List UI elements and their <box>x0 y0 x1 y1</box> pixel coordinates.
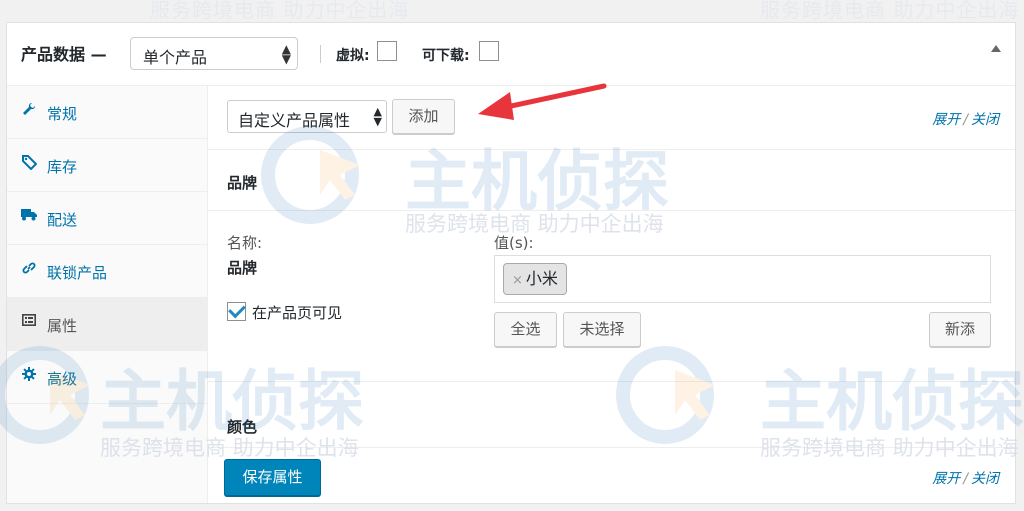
divider <box>320 45 321 63</box>
tab-linked-products[interactable]: 联锁产品 <box>7 245 207 298</box>
attributes-toolbar: 自定义产品属性 ▲ ▼ 添加 展开 / 关闭 <box>208 86 1015 150</box>
attribute-body-brand: 名称: 品牌 在产品页可见 值(s): × 小米 全选 未选择 新添 <box>208 211 1015 382</box>
product-data-tabs: 常规 库存 配送 联锁产品 属性 高级 <box>7 86 208 503</box>
attributes-footer: 保存属性 展开 / 关闭 <box>208 448 1015 503</box>
collapse-toggle-icon[interactable] <box>991 45 1001 52</box>
add-new-value-button[interactable]: 新添 <box>929 312 991 347</box>
attribute-title: 品牌 <box>227 174 258 192</box>
tab-label: 联锁产品 <box>47 264 108 282</box>
truck-icon <box>21 208 37 224</box>
close-link[interactable]: 关闭 <box>971 112 999 128</box>
watermark-top-right: 服务跨境电商 助力中企出海 <box>760 0 1020 22</box>
checkmark-icon <box>228 300 246 319</box>
save-attributes-button[interactable]: 保存属性 <box>224 459 321 496</box>
visible-on-product-checkbox[interactable] <box>227 300 246 321</box>
downloadable-label: 可下载: <box>422 48 470 64</box>
values-label: 值(s): <box>494 234 534 252</box>
expand-close-links: 展开 / 关闭 <box>932 468 999 488</box>
remove-token-icon[interactable]: × <box>512 273 523 288</box>
tab-attributes[interactable]: 属性 <box>7 298 207 351</box>
add-attribute-button[interactable]: 添加 <box>392 99 455 134</box>
product-type-select[interactable]: 单个产品 ▲ ▼ <box>130 37 298 70</box>
virtual-checkbox[interactable] <box>377 41 397 61</box>
panel-header: 产品数据 — 单个产品 ▲ ▼ 虚拟: 可下载: <box>7 23 1015 86</box>
close-link[interactable]: 关闭 <box>971 471 999 487</box>
attribute-taxonomy-select[interactable]: 自定义产品属性 ▲ ▼ <box>227 100 387 133</box>
tab-label: 高级 <box>47 370 78 388</box>
visible-on-product-label: 在产品页可见 <box>252 304 343 322</box>
tab-label: 配送 <box>47 211 78 229</box>
expand-close-links: 展开 / 关闭 <box>932 109 999 129</box>
select-arrows-icon: ▲ ▼ <box>281 42 291 66</box>
name-value: 品牌 <box>227 259 258 277</box>
tag-icon <box>21 155 37 171</box>
attribute-header-brand[interactable]: 品牌 <box>208 150 1015 211</box>
values-input[interactable]: × 小米 <box>494 255 991 303</box>
link-separator: / <box>963 112 968 128</box>
gear-icon <box>21 367 37 383</box>
watermark-top-left: 服务跨境电商 助力中企出海 <box>150 0 410 22</box>
expand-link[interactable]: 展开 <box>932 112 960 128</box>
list-icon <box>21 314 37 330</box>
attribute-select-value: 自定义产品属性 <box>238 111 351 130</box>
link-icon <box>21 261 37 277</box>
tab-label: 属性 <box>47 317 78 335</box>
tab-shipping[interactable]: 配送 <box>7 192 207 245</box>
tab-label: 库存 <box>47 158 78 176</box>
tab-label: 常规 <box>47 105 78 123</box>
attributes-panel: 自定义产品属性 ▲ ▼ 添加 展开 / 关闭 品牌 名称: 品牌 在产品页可见 值(s… <box>208 86 1015 503</box>
token-label: 小米 <box>525 269 558 288</box>
wrench-icon <box>21 102 37 118</box>
tab-advanced[interactable]: 高级 <box>7 351 207 404</box>
select-none-button[interactable]: 未选择 <box>563 312 641 347</box>
name-label: 名称: <box>227 234 263 252</box>
select-all-button[interactable]: 全选 <box>494 312 557 347</box>
downloadable-checkbox[interactable] <box>479 41 499 61</box>
virtual-label: 虚拟: <box>336 48 370 64</box>
annotation-arrow-icon <box>478 83 607 120</box>
value-token[interactable]: × 小米 <box>503 263 567 295</box>
tab-inventory[interactable]: 库存 <box>7 139 207 192</box>
select-arrows-icon: ▲ ▼ <box>373 105 382 128</box>
panel-title: 产品数据 — <box>21 45 107 64</box>
attribute-title: 颜色 <box>227 418 258 436</box>
tab-general[interactable]: 常规 <box>7 86 207 139</box>
product-type-value: 单个产品 <box>143 48 208 67</box>
expand-link[interactable]: 展开 <box>932 471 960 487</box>
link-separator: / <box>963 471 968 487</box>
attribute-header-color[interactable]: 颜色 <box>208 382 1015 448</box>
